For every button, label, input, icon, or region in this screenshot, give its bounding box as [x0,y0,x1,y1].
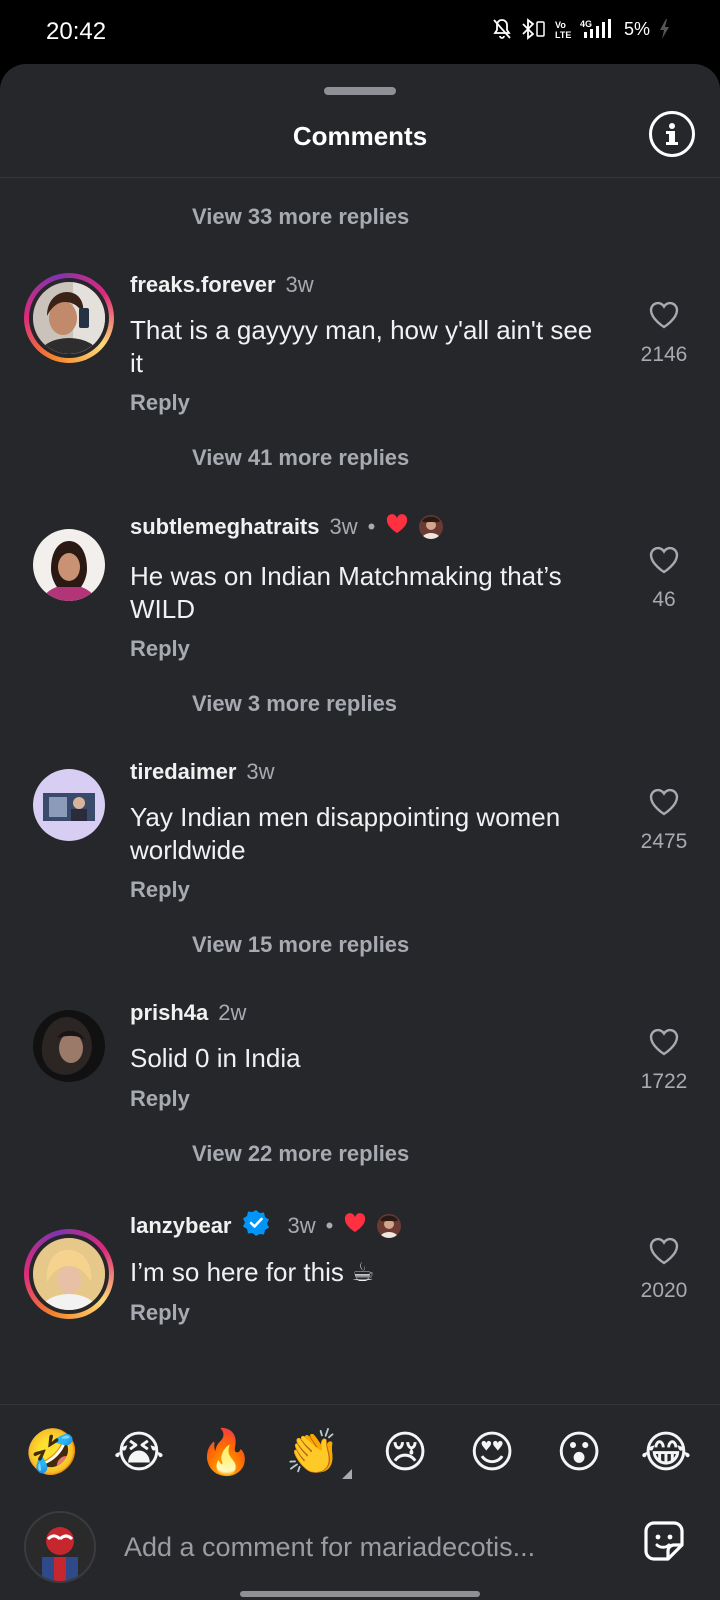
like-count: 2146 [640,343,688,366]
comment-header: subtlemeghatraits 3w • [130,513,444,541]
like-count: 2020 [640,1279,688,1302]
bluetooth-icon [520,18,546,40]
comment-time: 2w [218,1000,247,1025]
status-icons: Vo LTE 4G 5% [492,18,670,40]
comment-text: Yay Indian men disappointing women world… [130,802,561,865]
view-more-replies[interactable]: View 22 more replies [192,1141,409,1167]
mute-icon [492,18,512,40]
emoji-heart-eyes[interactable]: 😍 [464,1425,520,1481]
heart-icon[interactable] [648,787,680,822]
svg-text:LTE: LTE [555,30,571,40]
avatar[interactable] [24,1229,114,1319]
view-more-replies[interactable]: View 15 more replies [192,932,409,958]
avatar[interactable] [24,760,114,850]
creator-avatar [419,515,444,539]
like-area: 1722 [626,1027,702,1094]
comment-username[interactable]: freaks.forever [130,272,276,298]
comment-time: 3w [285,272,314,297]
avatar[interactable] [24,273,114,363]
drag-handle[interactable] [324,87,396,95]
emoji-joy[interactable]: 😂 [638,1425,694,1481]
current-user-avatar [24,1511,96,1583]
4g-signal-icon: 4G [580,18,616,40]
comment-time: 3w [287,1213,316,1238]
view-more-replies[interactable]: View 3 more replies [192,691,397,717]
separator-dot: • [367,514,376,539]
status-bar: 20:42 Vo LTE 4G 5% [0,0,720,64]
like-area: 46 [626,545,702,612]
comment-header: prish4a 2w [130,1000,246,1026]
reply-button[interactable]: Reply [130,877,190,903]
battery-level: 5% [623,18,650,39]
verified-badge-icon [242,1209,270,1243]
info-icon[interactable] [649,111,695,157]
comment-text: I’m so here for this ☕ [130,1257,375,1287]
emoji-sob[interactable]: 😭 [111,1425,167,1481]
creator-liked-heart-icon [343,1212,367,1240]
sheet-title: Comments [292,121,428,151]
emoji-skin-tone-indicator [342,1469,352,1479]
emoji-cry[interactable]: 😢 [377,1425,433,1481]
comment-text: He was on Indian Matchmaking that’s WILD [130,561,562,624]
creator-avatar [377,1214,402,1238]
reply-button[interactable]: Reply [130,390,190,416]
battery-charging-icon [658,18,670,40]
sticker-icon[interactable] [640,1517,688,1565]
emoji-clap[interactable]: 👏 [285,1425,341,1481]
like-count: 1722 [640,1070,688,1093]
reply-button[interactable]: Reply [130,1086,190,1112]
heart-icon[interactable] [648,1236,680,1271]
svg-text:4G: 4G [580,19,592,29]
comment-text: Solid 0 in India [130,1043,301,1073]
view-more-replies[interactable]: View 41 more replies [192,445,409,471]
comment-input[interactable]: Add a comment for mariadecotis... [124,1527,604,1567]
comment-composer-area: 🤣 😭 🔥 👏 😢 😍 😮 😂 Add a comment for mariad… [0,1404,720,1600]
emoji-reaction-bar: 🤣 😭 🔥 👏 😢 😍 😮 😂 [0,1425,720,1481]
comment-time: 3w [329,514,358,539]
emoji-rofl[interactable]: 🤣 [24,1425,80,1481]
comment-username[interactable]: lanzybear [130,1213,232,1239]
creator-liked-heart-icon [385,513,409,541]
heart-icon[interactable] [648,300,680,335]
separator-dot: • [325,1213,334,1238]
header-divider [0,177,720,178]
status-time: 20:42 [46,18,107,45]
like-area: 2146 [626,300,702,367]
heart-icon[interactable] [648,545,680,580]
avatar[interactable] [24,1001,114,1091]
like-area: 2475 [626,787,702,854]
comment-text: That is a gayyyy man, how y'all ain't se… [130,315,593,378]
like-count: 2475 [640,830,688,853]
reply-button[interactable]: Reply [130,1300,190,1326]
comments-sheet: Comments View 33 more replies freaks.for… [0,64,720,1600]
avatar[interactable] [24,520,114,610]
view-more-replies[interactable]: View 33 more replies [192,204,409,230]
emoji-surprised[interactable]: 😮 [551,1425,607,1481]
volte-icon: Vo LTE [554,18,572,40]
comment-time: 3w [246,759,275,784]
like-count: 46 [652,588,676,611]
like-area: 2020 [626,1236,702,1303]
comment-username[interactable]: tiredaimer [130,759,236,785]
emoji-fire[interactable]: 🔥 [198,1425,254,1481]
home-indicator[interactable] [240,1591,480,1597]
svg-text:Vo: Vo [555,20,566,30]
comment-username[interactable]: prish4a [130,1000,208,1026]
heart-icon[interactable] [648,1027,680,1062]
comment-header: tiredaimer 3w [130,759,275,785]
reply-button[interactable]: Reply [130,636,190,662]
comment-username[interactable]: subtlemeghatraits [130,514,320,540]
comment-header: lanzybear 3w • [130,1209,402,1243]
comment-header: freaks.forever 3w [130,272,314,298]
